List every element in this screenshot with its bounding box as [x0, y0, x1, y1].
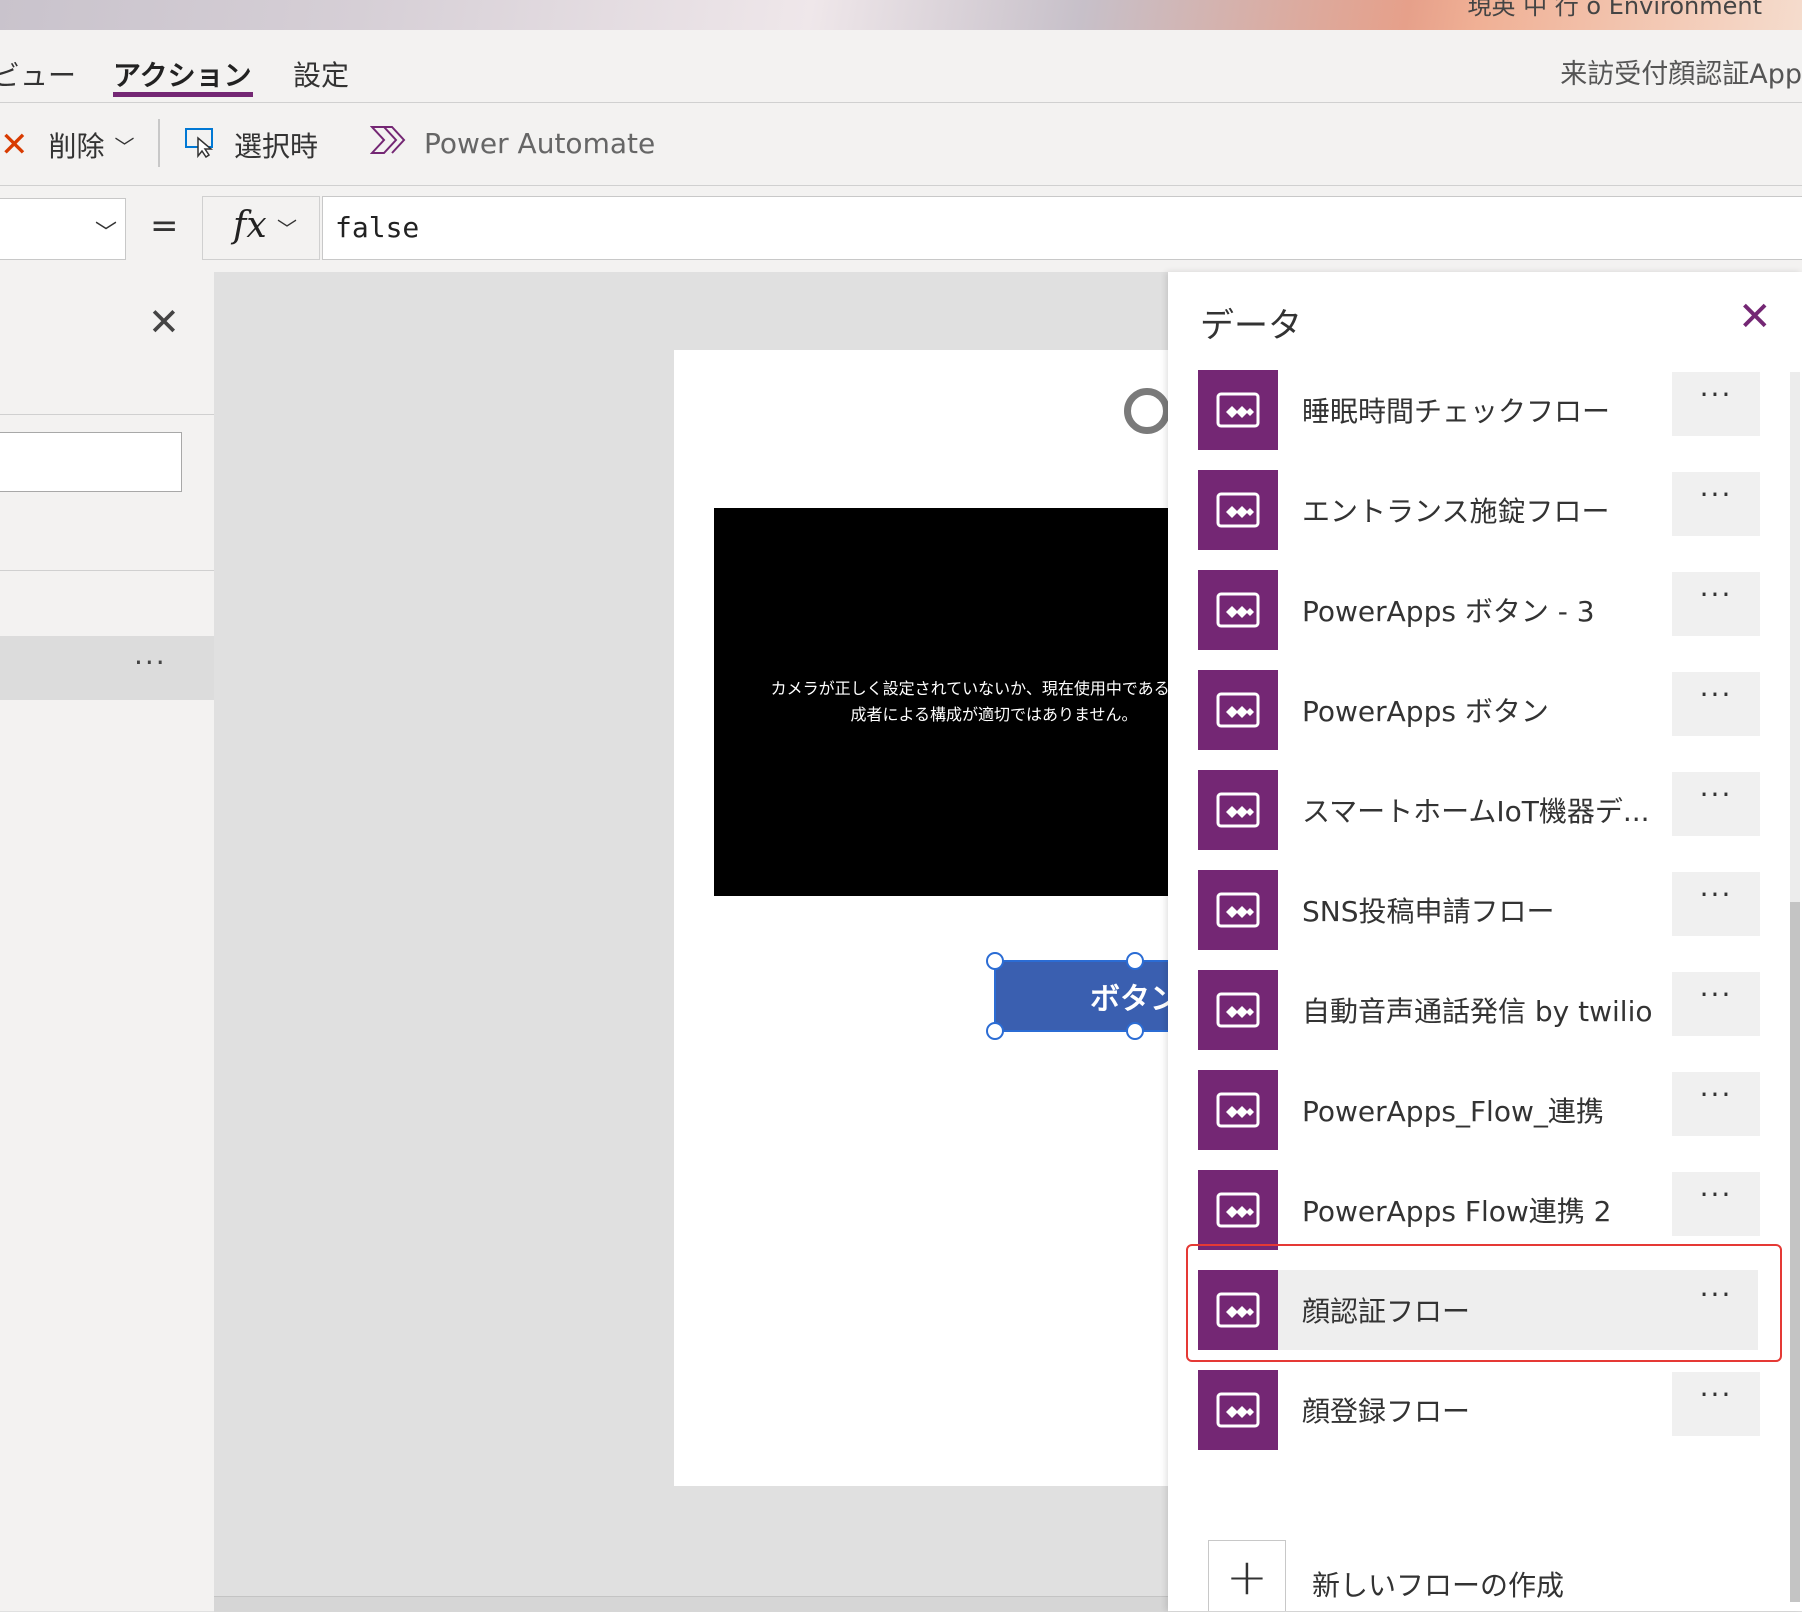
flow-item-label: PowerApps ボタン - 3	[1302, 595, 1595, 628]
more-options-button[interactable]: ···	[1672, 572, 1760, 636]
flow-item-label: エントランス施錠フロー	[1302, 495, 1610, 528]
more-options-button[interactable]: ···	[1672, 1072, 1760, 1136]
onselect-label: 選択時	[234, 130, 319, 163]
flow-item[interactable]: PowerApps_Flow_連携 ···	[1198, 1070, 1760, 1150]
chevron-down-icon: ﹀	[114, 134, 135, 159]
active-tab-indicator	[113, 92, 253, 97]
flow-item[interactable]: PowerApps ボタン ···	[1198, 670, 1760, 750]
flow-item[interactable]: 自動音声通話発信 by twilio ···	[1198, 970, 1760, 1050]
flow-item[interactable]: SNS投稿申請フロー ···	[1198, 870, 1760, 950]
resize-handle[interactable]	[986, 1022, 1004, 1040]
canvas-bottom-scrollbar[interactable]	[214, 1596, 1168, 1612]
cursor-select-icon	[184, 126, 216, 165]
flow-item[interactable]: 顔登録フロー ···	[1198, 1370, 1760, 1450]
more-options-button[interactable]: ···	[1672, 772, 1760, 836]
toolbar-divider	[158, 119, 160, 167]
power-apps-flow-icon	[1198, 870, 1278, 950]
formula-input[interactable]: false	[322, 196, 1802, 260]
scrollbar-thumb[interactable]	[1790, 902, 1800, 1602]
more-options-button[interactable]: ···	[1672, 472, 1760, 536]
tab-view[interactable]: ビュー	[0, 54, 76, 94]
action-toolbar: ✕ 削除 ﹀ 選択時 Power Automate	[0, 103, 1802, 186]
resize-handle[interactable]	[986, 952, 1004, 970]
power-apps-flow-icon	[1198, 970, 1278, 1050]
toggle-control[interactable]	[1124, 388, 1170, 434]
ribbon-tabs: ビュー アクション 設定 来訪受付顔認証App	[0, 30, 1802, 103]
delete-label: 削除	[48, 130, 105, 163]
delete-button[interactable]: ✕ 削除 ﹀	[0, 125, 135, 165]
data-pane: データ ✕ 睡眠時間チェックフロー ··· エントランス施錠フロー ··· PowerA…	[1168, 272, 1802, 1611]
flow-item-label: SNS投稿申請フロー	[1302, 895, 1555, 928]
power-apps-flow-icon	[1198, 670, 1278, 750]
more-options-button[interactable]: ···	[1672, 1172, 1760, 1236]
flow-item-label: 睡眠時間チェックフロー	[1302, 395, 1611, 428]
flow-item[interactable]: 睡眠時間チェックフロー ···	[1198, 370, 1760, 450]
more-options-button[interactable]: ···	[1672, 872, 1760, 936]
fx-button[interactable]: fx ﹀	[202, 196, 320, 260]
app-title: 来訪受付顔認証App	[1560, 59, 1802, 90]
flow-item-label: PowerApps_Flow_連携	[1302, 1095, 1604, 1128]
more-options-button[interactable]: ···	[1672, 372, 1760, 436]
flow-item[interactable]: エントランス施錠フロー ···	[1198, 470, 1760, 550]
flow-item[interactable]: スマートホームIoT機器デ... ···	[1198, 770, 1760, 850]
flow-item-label: 顔登録フロー	[1302, 1395, 1471, 1428]
camera-error-message: カメラが正しく設定されていないか、現在使用中であるか、ま 成者による構成が適切で…	[714, 676, 1174, 728]
tree-selected-item[interactable]: ···	[0, 636, 214, 700]
environment-label: 現英 中 行 o Environment	[1467, 0, 1762, 20]
resize-handle[interactable]	[1126, 952, 1144, 970]
chevron-down-icon: ﹀	[94, 221, 117, 246]
flow-item-label: PowerApps ボタン	[1302, 695, 1549, 728]
formula-bar: ﹀ = fx ﹀ false	[0, 186, 1802, 273]
power-automate-icon	[369, 125, 406, 162]
search-input[interactable]	[0, 432, 182, 492]
flow-item-label: スマートホームIoT機器デ...	[1302, 795, 1650, 828]
new-flow-button[interactable]: + 新しいフローの作成	[1198, 1540, 1758, 1611]
equals-sign: =	[150, 206, 179, 246]
power-apps-flow-icon	[1198, 470, 1278, 550]
fx-icon: fx	[233, 205, 267, 246]
plus-icon: +	[1208, 1540, 1286, 1611]
power-apps-flow-icon	[1198, 1070, 1278, 1150]
canvas-button[interactable]: ボタン	[994, 960, 1194, 1032]
selection-highlight	[1186, 1244, 1782, 1362]
top-banner: 現英 中 行 o Environment	[0, 0, 1802, 30]
close-icon[interactable]: ✕	[1738, 294, 1772, 340]
power-apps-flow-icon	[1198, 570, 1278, 650]
divider	[0, 570, 214, 571]
power-automate-label: Power Automate	[424, 127, 656, 160]
tree-view-panel: ✕ ···	[0, 272, 215, 1611]
power-apps-flow-icon	[1198, 1170, 1278, 1250]
tab-settings[interactable]: 設定	[293, 54, 349, 94]
power-apps-flow-icon	[1198, 370, 1278, 450]
more-options-button[interactable]: ···	[1672, 672, 1760, 736]
app-screen[interactable]: カメラが正しく設定されていないか、現在使用中であるか、ま 成者による構成が適切で…	[674, 350, 1194, 1486]
data-pane-title: データ	[1200, 306, 1302, 346]
divider	[0, 414, 214, 415]
power-apps-flow-icon	[1198, 770, 1278, 850]
flow-item[interactable]: PowerApps Flow連携 2 ···	[1198, 1170, 1760, 1250]
more-options-button[interactable]: ···	[1672, 972, 1760, 1036]
flow-item-label: PowerApps Flow連携 2	[1302, 1195, 1612, 1228]
resize-handle[interactable]	[1126, 1022, 1144, 1040]
flow-item-label: 自動音声通話発信 by twilio	[1302, 995, 1653, 1028]
more-options-icon[interactable]: ···	[134, 646, 167, 679]
flow-item[interactable]: PowerApps ボタン - 3 ···	[1198, 570, 1760, 650]
power-apps-flow-icon	[1198, 1370, 1278, 1450]
chevron-down-icon: ﹀	[277, 217, 297, 241]
new-flow-label: 新しいフローの作成	[1312, 1569, 1565, 1602]
power-automate-button[interactable]: Power Automate	[369, 125, 656, 162]
tab-action[interactable]: アクション	[113, 54, 252, 94]
property-dropdown[interactable]: ﹀	[0, 198, 126, 260]
delete-icon: ✕	[0, 125, 29, 165]
camera-error-line1: カメラが正しく設定されていないか、現在使用中であるか、ま	[770, 679, 1174, 698]
onselect-button[interactable]: 選択時	[184, 125, 318, 165]
camera-error-line2: 成者による構成が適切ではありません。	[850, 705, 1138, 724]
more-options-button[interactable]: ···	[1672, 1372, 1760, 1436]
camera-control[interactable]: カメラが正しく設定されていないか、現在使用中であるか、ま 成者による構成が適切で…	[714, 508, 1174, 896]
close-icon[interactable]: ✕	[148, 300, 180, 344]
